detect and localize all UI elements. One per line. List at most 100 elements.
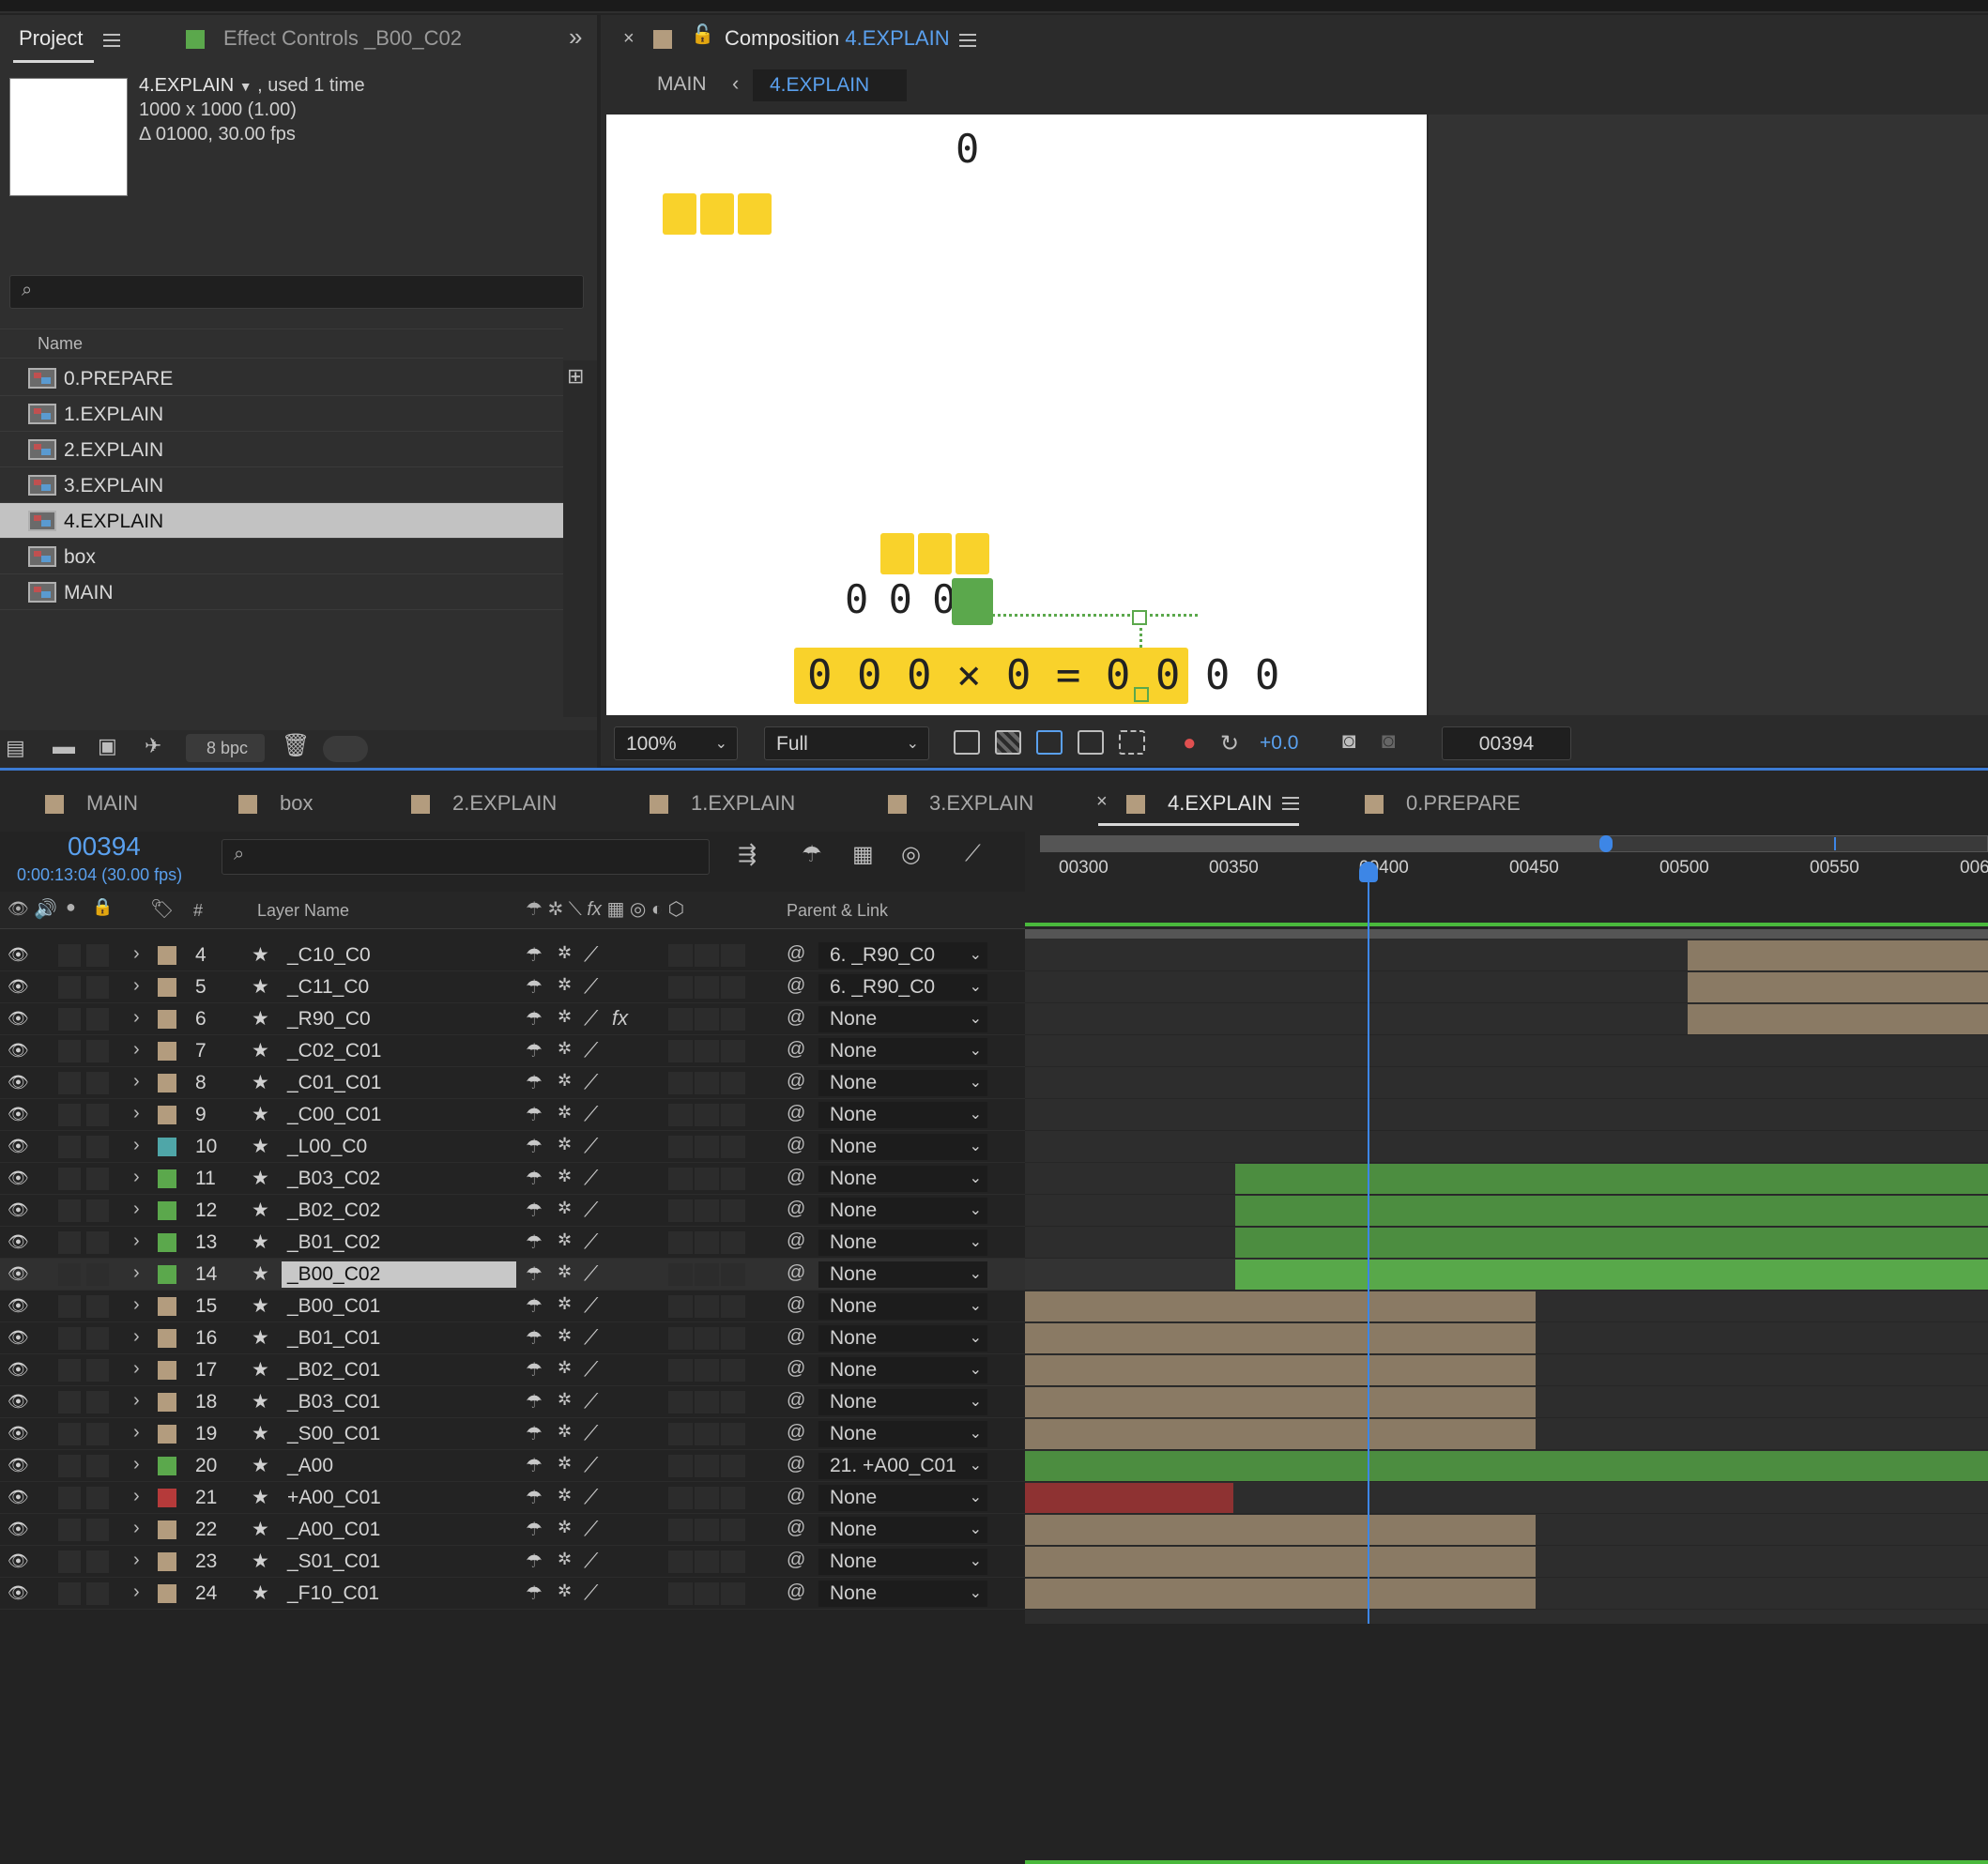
eye-icon[interactable]: 👁 xyxy=(8,1105,29,1124)
pickwhip-icon[interactable]: @ xyxy=(787,1103,805,1124)
shy-switch-icon[interactable]: ☂ xyxy=(526,1358,543,1382)
layer-name[interactable]: _C02_C01 xyxy=(282,1040,516,1066)
new-folder-icon[interactable]: ▬ xyxy=(53,734,75,760)
layer-row[interactable]: 👁 › 11 ★ _B03_C02 ☂ ✲ ⟋ @ None ⌄ xyxy=(0,1163,1025,1195)
shy-switch-icon[interactable]: ☂ xyxy=(526,1071,543,1094)
layer-switch-box[interactable] xyxy=(86,1295,109,1318)
shy-switch-icon[interactable]: ☂ xyxy=(526,1103,543,1126)
layer-label-swatch[interactable] xyxy=(158,1584,176,1603)
layer-switch-box[interactable] xyxy=(86,1199,109,1222)
layer-row[interactable]: 👁 › 14 ★ _B00_C02 ☂ ✲ ⟋ @ None ⌄ xyxy=(0,1259,1025,1291)
eye-icon[interactable]: 👁 xyxy=(8,1296,29,1316)
layer-switch-box[interactable] xyxy=(86,1551,109,1573)
layer-switch-box[interactable] xyxy=(86,1391,109,1413)
layer-mode-box[interactable] xyxy=(721,1359,745,1382)
lock-icon[interactable]: 🔒 xyxy=(92,897,113,917)
pickwhip-icon[interactable]: @ xyxy=(787,975,805,997)
layer-name[interactable]: _S00_C01 xyxy=(282,1423,516,1449)
project-menu-icon[interactable] xyxy=(103,34,120,47)
layer-row[interactable]: 👁 › 8 ★ _C01_C01 ☂ ✲ ⟋ @ None ⌄ xyxy=(0,1067,1025,1099)
layer-row[interactable]: 👁 › 4 ★ _C10_C0 ☂ ✲ ⟋ @6. _R90_C0 ⌄ xyxy=(0,940,1025,971)
layer-name[interactable]: _C01_C01 xyxy=(282,1072,516,1098)
layer-name[interactable]: _B00_C01 xyxy=(282,1295,516,1322)
layer-switch-box[interactable] xyxy=(58,944,81,967)
pickwhip-icon[interactable]: @ xyxy=(787,1039,805,1061)
new-composition-icon[interactable]: ▣ xyxy=(98,734,117,758)
expand-arrow-icon[interactable]: › xyxy=(133,943,140,965)
tab-1-explain[interactable]: 1.EXPLAIN xyxy=(650,791,795,816)
layer-mode-box[interactable] xyxy=(668,1582,693,1605)
layer-name[interactable]: _F10_C01 xyxy=(282,1582,516,1609)
canvas-green-block[interactable] xyxy=(952,578,993,625)
render-icon[interactable]: ✈ xyxy=(145,734,161,758)
layer-mode-box[interactable] xyxy=(721,1551,745,1573)
layer-row[interactable]: 👁 › 7 ★ _C02_C01 ☂ ✲ ⟋ @ None ⌄ xyxy=(0,1035,1025,1067)
pickwhip-icon[interactable]: @ xyxy=(787,1358,805,1380)
graph-editor-icon[interactable]: ⟋ xyxy=(965,841,981,867)
tab-3-explain[interactable]: 3.EXPLAIN xyxy=(888,791,1033,816)
parent-dropdown[interactable]: None ⌄ xyxy=(818,1006,987,1032)
pickwhip-icon[interactable]: @ xyxy=(787,1581,805,1603)
layer-row[interactable]: 👁 › 20 ★ _A00 ☂ ✲ ⟋ @21. +A00_C01 ⌄ xyxy=(0,1450,1025,1482)
zoom-dropdown[interactable]: 100% ⌄ xyxy=(614,726,738,760)
fast-preview-icon[interactable] xyxy=(954,730,980,755)
eye-icon[interactable]: 👁 xyxy=(8,1360,29,1380)
parent-dropdown[interactable]: None ⌄ xyxy=(818,1230,987,1256)
layer-duration-bar[interactable] xyxy=(1025,1579,1536,1609)
layer-label-swatch[interactable] xyxy=(158,978,176,997)
show-snapshot-icon[interactable]: ◙ xyxy=(1382,728,1396,755)
layer-mode-box[interactable] xyxy=(668,1104,693,1126)
collapse-switch-icon[interactable]: ✲ xyxy=(558,975,572,995)
layer-mode-box[interactable] xyxy=(668,944,693,967)
layer-name[interactable]: _C00_C01 xyxy=(282,1104,516,1130)
close-icon[interactable]: × xyxy=(623,28,635,50)
expand-arrow-icon[interactable]: › xyxy=(133,1581,140,1603)
layer-switch-box[interactable] xyxy=(86,1136,109,1158)
layer-mode-box[interactable] xyxy=(695,1168,719,1190)
quality-switch-icon[interactable]: ⟋ xyxy=(584,1325,598,1350)
project-search-input[interactable]: ⌕ xyxy=(9,275,584,309)
shy-switch-icon[interactable]: ☂ xyxy=(526,1135,543,1158)
layer-label-swatch[interactable] xyxy=(158,1329,176,1348)
expand-arrow-icon[interactable]: › xyxy=(133,1454,140,1475)
parent-dropdown[interactable]: None ⌄ xyxy=(818,1549,987,1575)
layer-switch-box[interactable] xyxy=(58,976,81,999)
eye-icon[interactable]: 👁 xyxy=(8,1232,29,1252)
layer-switch-box[interactable] xyxy=(58,1263,81,1286)
layer-label-swatch[interactable] xyxy=(158,1265,176,1284)
collapse-switch-icon[interactable]: ✲ xyxy=(558,1135,572,1154)
layer-row[interactable]: 👁 › 12 ★ _B02_C02 ☂ ✲ ⟋ @ None ⌄ xyxy=(0,1195,1025,1227)
layer-switch-box[interactable] xyxy=(58,1487,81,1509)
quality-switch-icon[interactable]: ⟋ xyxy=(584,1293,598,1318)
eye-icon[interactable]: 👁 xyxy=(8,1520,29,1539)
timeline-menu-icon[interactable] xyxy=(1282,797,1299,810)
layer-switch-box[interactable] xyxy=(58,1551,81,1573)
layer-switch-box[interactable] xyxy=(58,1327,81,1350)
composition-title[interactable]: Composition 4.EXPLAIN xyxy=(725,26,950,51)
layer-switch-box[interactable] xyxy=(58,1168,81,1190)
shy-switch-icon[interactable]: ☂ xyxy=(526,1294,543,1318)
parent-dropdown[interactable]: None ⌄ xyxy=(818,1070,987,1096)
pickwhip-icon[interactable]: @ xyxy=(787,1135,805,1156)
layer-switch-box[interactable] xyxy=(86,1423,109,1445)
eye-icon[interactable]: 👁 xyxy=(8,1583,29,1603)
column-name-label[interactable]: Name xyxy=(38,334,83,354)
layer-mode-box[interactable] xyxy=(668,1487,693,1509)
shy-switch-icon[interactable]: ☂ xyxy=(526,1581,543,1605)
pickwhip-icon[interactable]: @ xyxy=(787,1550,805,1571)
pickwhip-icon[interactable]: @ xyxy=(787,1326,805,1348)
project-item[interactable]: 0.PREPARE xyxy=(0,360,563,396)
layer-switch-box[interactable] xyxy=(86,1327,109,1350)
layer-mode-box[interactable] xyxy=(695,1295,719,1318)
collapse-switch-icon[interactable]: ✲ xyxy=(558,1518,572,1537)
expand-arrow-icon[interactable]: › xyxy=(133,1039,140,1061)
channels-icon[interactable]: ● xyxy=(1183,730,1197,756)
layer-mode-box[interactable] xyxy=(668,1423,693,1445)
layer-row[interactable]: 👁 › 24 ★ _F10_C01 ☂ ✲ ⟋ @ None ⌄ xyxy=(0,1578,1025,1610)
motion-path-handle[interactable] xyxy=(1134,687,1149,702)
layer-mode-box[interactable] xyxy=(668,1327,693,1350)
project-item[interactable]: 2.EXPLAIN xyxy=(0,432,563,467)
parent-dropdown[interactable]: 6. _R90_C0 ⌄ xyxy=(818,974,987,1001)
layer-label-swatch[interactable] xyxy=(158,1489,176,1507)
pickwhip-icon[interactable]: @ xyxy=(787,1294,805,1316)
